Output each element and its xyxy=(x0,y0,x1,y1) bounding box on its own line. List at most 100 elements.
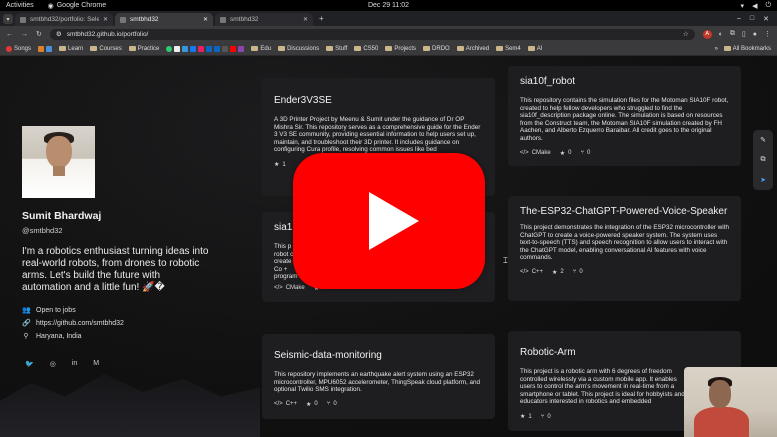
close-tab-icon[interactable]: ✕ xyxy=(203,16,208,23)
folder-icon xyxy=(90,46,98,51)
youtube-icon xyxy=(230,45,237,52)
pen-icon[interactable]: ✎ xyxy=(760,136,766,144)
folder-icon xyxy=(59,46,67,51)
avatar xyxy=(22,126,95,198)
youtube-play-button[interactable] xyxy=(293,153,485,289)
bookmark-ai[interactable]: AI xyxy=(527,46,542,52)
bookmark-star-icon[interactable]: ☆ xyxy=(683,30,689,38)
app-indicator[interactable]: ◉ Google Chrome xyxy=(48,2,107,10)
site-favicon-icon xyxy=(120,16,126,23)
system-tray[interactable]: ▾ ◀ ⏻ xyxy=(741,2,771,10)
window-controls: – □ ✕ xyxy=(737,15,777,23)
repo-card-sia10f-robot[interactable]: sia10f_robot This repository contains th… xyxy=(508,66,741,166)
fork-count: ⑂0 xyxy=(580,150,591,157)
star-icon: ★ xyxy=(520,414,526,420)
power-icon: ⏻ xyxy=(765,1,771,9)
star-icon: ★ xyxy=(559,150,566,157)
bookmark-cs50[interactable]: CS50 xyxy=(354,46,378,52)
repo-card-seismic[interactable]: Seismic-data-monitoring This repository … xyxy=(262,334,495,419)
people-icon: 👥 xyxy=(22,307,31,314)
new-tab-icon[interactable]: + xyxy=(319,14,324,23)
star-icon: ★ xyxy=(552,269,558,276)
app-name: Google Chrome xyxy=(56,2,107,9)
tab-smtbhd32[interactable]: smtbhd32 ✕ xyxy=(215,13,313,26)
bookmark-learn[interactable]: Learn xyxy=(59,46,83,52)
repo-title[interactable]: The-ESP32-ChatGPT-Powered-Voice-Speaker xyxy=(520,205,729,218)
bookmark-archived[interactable]: Archived xyxy=(456,46,489,52)
os-top-bar: Activities ◉ Google Chrome Dec 29 11:02 … xyxy=(0,0,777,11)
bookmark-drdo[interactable]: DRDO xyxy=(423,46,450,52)
address-bar[interactable]: ⚙ smtbhd32.github.io/portfolio/ ☆ xyxy=(49,28,695,40)
clock[interactable]: Dec 29 11:02 xyxy=(368,2,409,9)
close-tab-icon[interactable]: ✕ xyxy=(303,16,308,23)
back-icon[interactable]: ← xyxy=(6,31,13,38)
chrome-icon: ◉ xyxy=(47,2,54,10)
activities-button[interactable]: Activities xyxy=(6,2,34,9)
profile-avatar[interactable]: ● xyxy=(753,31,757,38)
site-info-icon[interactable]: ⚙ xyxy=(56,30,62,38)
all-bookmarks[interactable]: » All Bookmarks xyxy=(715,46,771,52)
close-window-icon[interactable]: ✕ xyxy=(763,15,769,23)
translate-icon[interactable]: ⧉ xyxy=(761,156,766,164)
bookmark-edu[interactable]: Edu xyxy=(251,46,271,52)
puzzle-icon[interactable]: ⧉ xyxy=(730,30,735,38)
site-icon xyxy=(222,45,229,52)
linkedin-icon[interactable]: in xyxy=(72,360,77,368)
bookmark-projects[interactable]: Projects xyxy=(385,46,416,52)
bookmark-practice[interactable]: Practice xyxy=(128,46,159,52)
site-icon xyxy=(46,45,53,52)
volume-icon: ◀ xyxy=(752,2,758,10)
sidebar-icon[interactable]: ▯ xyxy=(742,30,746,38)
close-tab-icon[interactable]: ✕ xyxy=(103,16,108,23)
twitter-icon[interactable]: 🐦 xyxy=(25,360,34,368)
menu-icon[interactable]: ⋮ xyxy=(764,30,771,38)
repo-title[interactable]: Ender3V3SE xyxy=(274,94,483,107)
tab-search-button[interactable]: ▾ xyxy=(3,14,13,24)
star-count: ★ 0 xyxy=(306,401,318,408)
bookmark-songs[interactable]: Songs xyxy=(6,45,31,52)
star-icon: ★ xyxy=(274,162,280,168)
folder-icon xyxy=(423,46,431,51)
browser-toolbar: ← → ↻ ⚙ smtbhd32.github.io/portfolio/ ☆ … xyxy=(0,26,777,42)
repo-description: This project demonstrates the integratio… xyxy=(520,224,729,262)
fork-icon: ⑂ xyxy=(326,401,331,408)
code-icon: </> xyxy=(520,150,529,157)
github-link[interactable]: https://github.com/smtbhd32 xyxy=(36,320,124,327)
bookmark-stuff[interactable]: Stuff xyxy=(326,46,347,52)
tab-portfolio-repo[interactable]: smtbhd32/portfolio: Sele ✕ xyxy=(15,13,113,26)
play-icon xyxy=(369,192,419,250)
bookmark-shortcut-icons[interactable] xyxy=(166,45,245,52)
extension-icon[interactable]: A xyxy=(702,29,712,39)
repo-stats: </> CMake ★ 0 ⑂ 0 xyxy=(520,150,729,157)
star-count: ★1 xyxy=(274,161,286,169)
reload-icon[interactable]: ↻ xyxy=(36,30,42,38)
repo-description: This project is a robotic arm with 6 deg… xyxy=(520,368,685,406)
repo-title[interactable]: Robotic-Arm xyxy=(520,346,729,359)
repo-card-esp32-chatgpt[interactable]: The-ESP32-ChatGPT-Powered-Voice-Speaker … xyxy=(508,196,741,301)
whatsapp-icon xyxy=(166,45,173,52)
repo-title[interactable]: sia10f_robot xyxy=(520,75,729,88)
tab-smtbhd32-active[interactable]: smtbhd32 ✕ xyxy=(115,13,213,26)
bookmark-icons[interactable] xyxy=(38,45,53,52)
medium-icon[interactable]: M xyxy=(93,360,99,368)
site-icon xyxy=(38,45,45,52)
cursor-icon[interactable]: ➤ xyxy=(760,176,766,184)
tab-title: smtbhd32 xyxy=(230,16,259,23)
forward-icon[interactable]: → xyxy=(21,31,28,38)
tab-title: smtbhd32/portfolio: Sele xyxy=(30,16,99,23)
fork-count: ⑂0 xyxy=(572,269,583,276)
repo-title[interactable]: Seismic-data-monitoring xyxy=(274,349,483,362)
mic-icon[interactable]: ◐ xyxy=(719,31,723,38)
link-row[interactable]: 🔗 https://github.com/smtbhd32 xyxy=(22,319,222,328)
star-icon: ★ xyxy=(306,401,312,408)
bookmark-courses[interactable]: Courses xyxy=(90,46,122,52)
maximize-icon[interactable]: □ xyxy=(750,15,754,23)
tab-strip: ▾ smtbhd32/portfolio: Sele ✕ smtbhd32 ✕ … xyxy=(0,11,777,26)
star-count: ★1 xyxy=(520,413,532,421)
bookmark-sem4[interactable]: Sem4 xyxy=(496,46,521,52)
profile-sidebar: Sumit Bhardwaj @smtbhd32 I'm a robotics … xyxy=(22,126,222,368)
fork-icon: ⑂ xyxy=(580,150,585,157)
dribbble-icon[interactable]: ◎ xyxy=(50,360,56,368)
minimize-icon[interactable]: – xyxy=(737,15,741,23)
bookmark-discussions[interactable]: Discussions xyxy=(278,46,319,52)
